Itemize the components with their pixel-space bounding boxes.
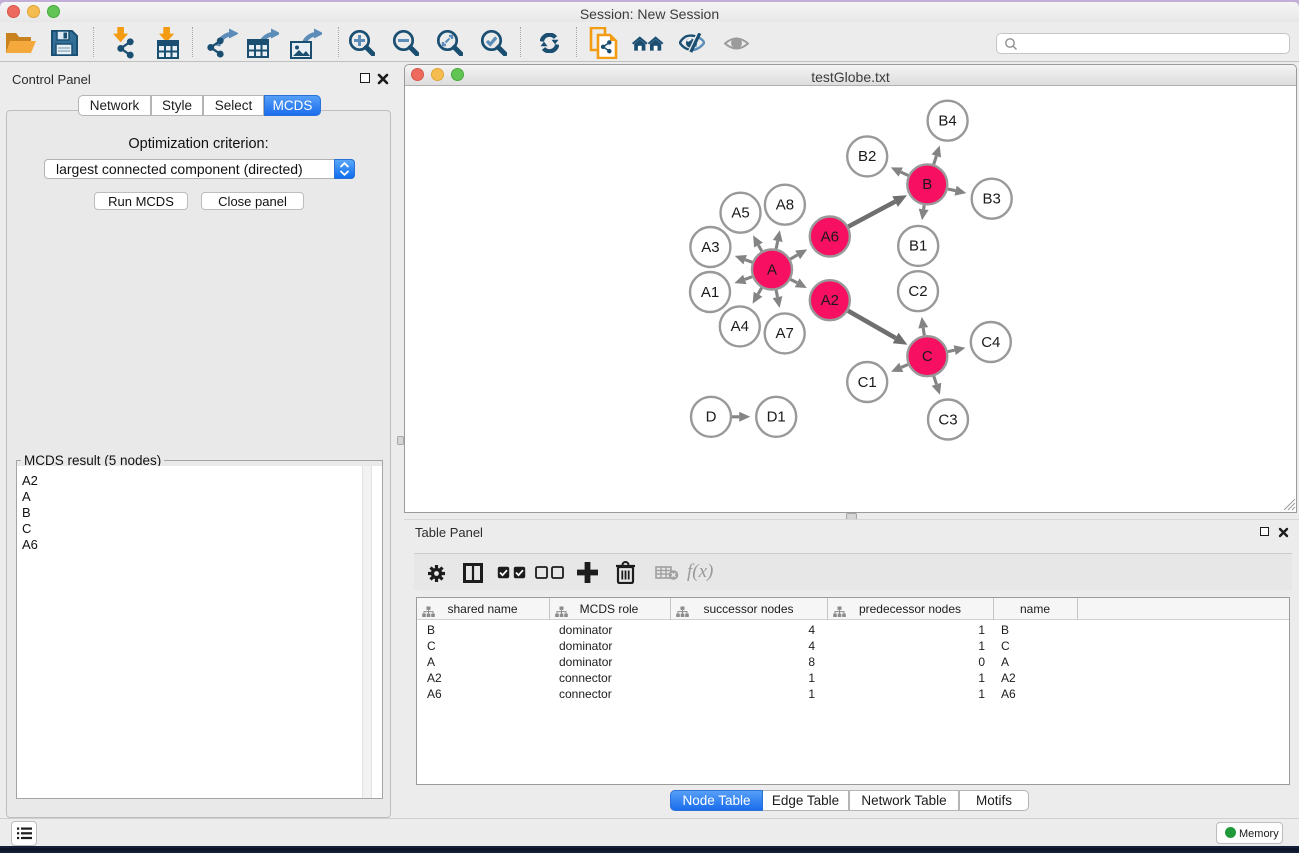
svg-text:A5: A5 [731,205,749,222]
svg-text:A: A [767,261,777,278]
svg-text:C1: C1 [858,374,877,391]
svg-text:D1: D1 [767,409,786,426]
svg-text:A2: A2 [821,292,839,309]
svg-text:B4: B4 [938,113,956,130]
svg-text:B3: B3 [983,191,1001,208]
svg-text:C3: C3 [938,411,957,428]
svg-text:C4: C4 [981,334,1000,351]
svg-text:B2: B2 [858,148,876,165]
svg-text:A3: A3 [701,239,719,256]
svg-text:B: B [922,176,932,193]
svg-text:B1: B1 [909,238,927,255]
svg-text:C: C [922,348,933,365]
svg-text:A1: A1 [701,284,719,301]
svg-text:A7: A7 [776,325,794,342]
svg-text:C2: C2 [908,283,927,300]
svg-text:D: D [706,409,717,426]
svg-text:A8: A8 [776,197,794,214]
svg-text:A4: A4 [731,318,749,335]
svg-text:A6: A6 [821,228,839,245]
